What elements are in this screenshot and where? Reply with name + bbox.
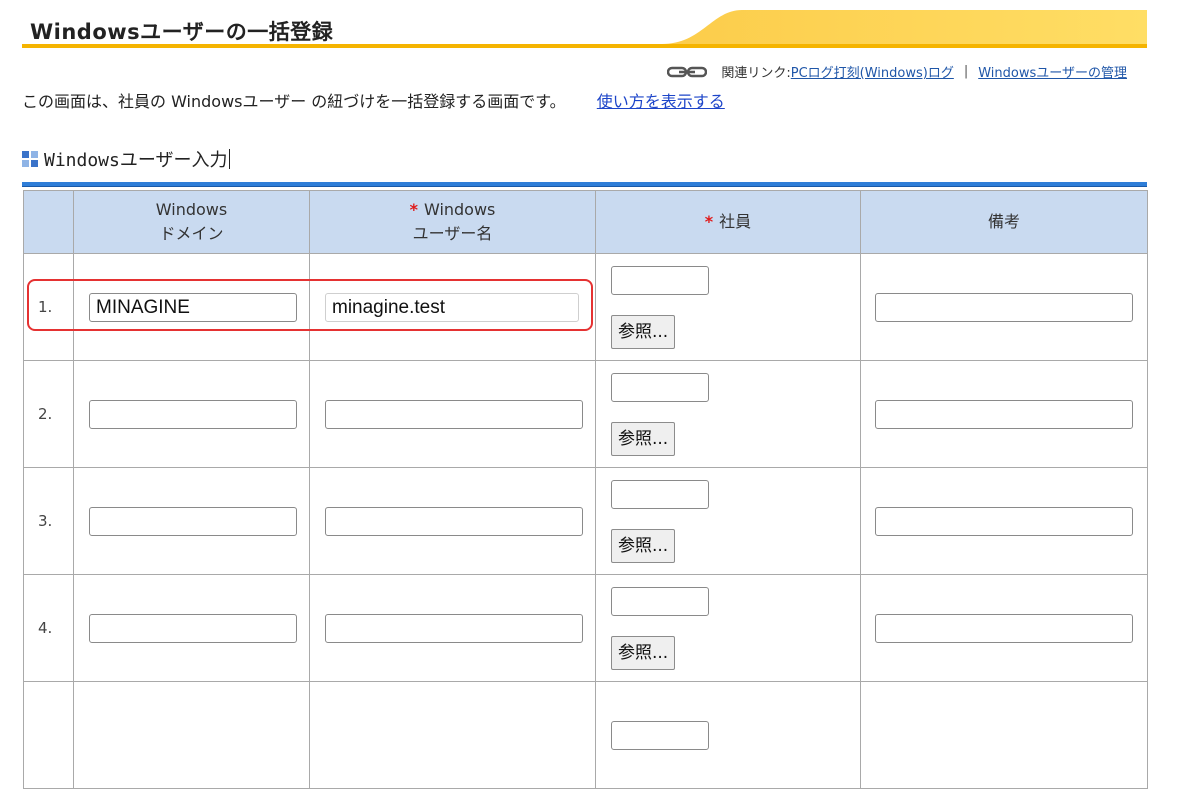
header-employee-label: 社員	[719, 212, 752, 231]
domain-input[interactable]	[89, 506, 297, 536]
employee-input[interactable]	[611, 720, 709, 750]
header-domain: Windows ドメイン	[73, 190, 310, 254]
employee-browse-button[interactable]: 参照...	[611, 314, 676, 349]
windows-user-management-link[interactable]: Windowsユーザーの管理	[978, 62, 1127, 81]
page-title: Windowsユーザーの一括登録	[30, 20, 334, 44]
employee-input[interactable]	[611, 586, 709, 616]
note-input[interactable]	[875, 292, 1133, 322]
section-squares-icon	[22, 151, 38, 167]
employee-browse-button[interactable]: 参照...	[611, 528, 676, 563]
header-username-line1: Windows	[423, 200, 496, 219]
domain-input[interactable]	[89, 399, 297, 429]
windows-user-table: Windows ドメイン * Windows ユーザー名 * 社員 備考 1. MI…	[23, 190, 1148, 789]
header-username-line2: ユーザー名	[412, 224, 493, 243]
link-chain-icon	[667, 66, 708, 77]
link-separator: |	[963, 64, 969, 79]
table-row: 4. 参照...	[23, 574, 1148, 682]
domain-input[interactable]	[89, 613, 297, 643]
table-row: 2. 参照...	[23, 360, 1148, 468]
pc-log-link[interactable]: PCログ打刻(Windows)ログ	[791, 62, 954, 81]
row-number	[23, 681, 74, 789]
table-header-row: Windows ドメイン * Windows ユーザー名 * 社員 備考	[23, 190, 1148, 254]
note-input[interactable]	[875, 506, 1133, 536]
page-title-bar: Windowsユーザーの一括登録	[22, 10, 1147, 50]
username-input[interactable]	[325, 506, 583, 536]
employee-browse-button[interactable]: 参照...	[611, 635, 676, 670]
intro-text: この画面は、社員の Windowsユーザー の紐づけを一括登録する画面です。	[22, 92, 566, 111]
username-input[interactable]	[325, 613, 583, 643]
table-row: 3. 参照...	[23, 467, 1148, 575]
related-links: 関連リンク: PCログ打刻(Windows)ログ | Windowsユーザーの管…	[667, 62, 1127, 81]
username-input[interactable]	[325, 399, 583, 429]
table-row: 1. MINAGINE minagine.test 参照...	[23, 253, 1148, 361]
domain-input[interactable]: MINAGINE	[89, 292, 297, 322]
header-note-label: 備考	[987, 212, 1020, 231]
related-links-label: 関連リンク:	[721, 66, 791, 81]
header-employee: * 社員	[595, 190, 861, 254]
section-divider	[22, 182, 1147, 187]
username-input[interactable]: minagine.test	[325, 292, 579, 322]
text-caret	[228, 149, 230, 169]
header-note: 備考	[860, 190, 1148, 254]
header-domain-line1: Windows	[155, 200, 228, 219]
row-number: 3.	[23, 467, 74, 575]
table-row	[23, 681, 1148, 789]
required-mark: *	[409, 200, 418, 219]
header-domain-line2: ドメイン	[159, 224, 224, 243]
show-usage-link[interactable]: 使い方を表示する	[597, 92, 725, 111]
row-number: 2.	[23, 360, 74, 468]
header-number	[23, 190, 74, 254]
employee-browse-button[interactable]: 参照...	[611, 421, 676, 456]
row-number: 1.	[23, 253, 74, 361]
note-input[interactable]	[875, 399, 1133, 429]
employee-input[interactable]	[611, 372, 709, 402]
row-number: 4.	[23, 574, 74, 682]
note-input[interactable]	[875, 613, 1133, 643]
section-title: Windowsユーザー入力	[44, 150, 228, 171]
intro-text-row: この画面は、社員の Windowsユーザー の紐づけを一括登録する画面です。 使…	[22, 88, 725, 112]
required-mark: *	[704, 212, 714, 231]
employee-input[interactable]	[611, 479, 709, 509]
section-heading: Windowsユーザー入力	[22, 146, 230, 172]
employee-input[interactable]	[611, 265, 709, 295]
header-username: * Windows ユーザー名	[309, 190, 596, 254]
